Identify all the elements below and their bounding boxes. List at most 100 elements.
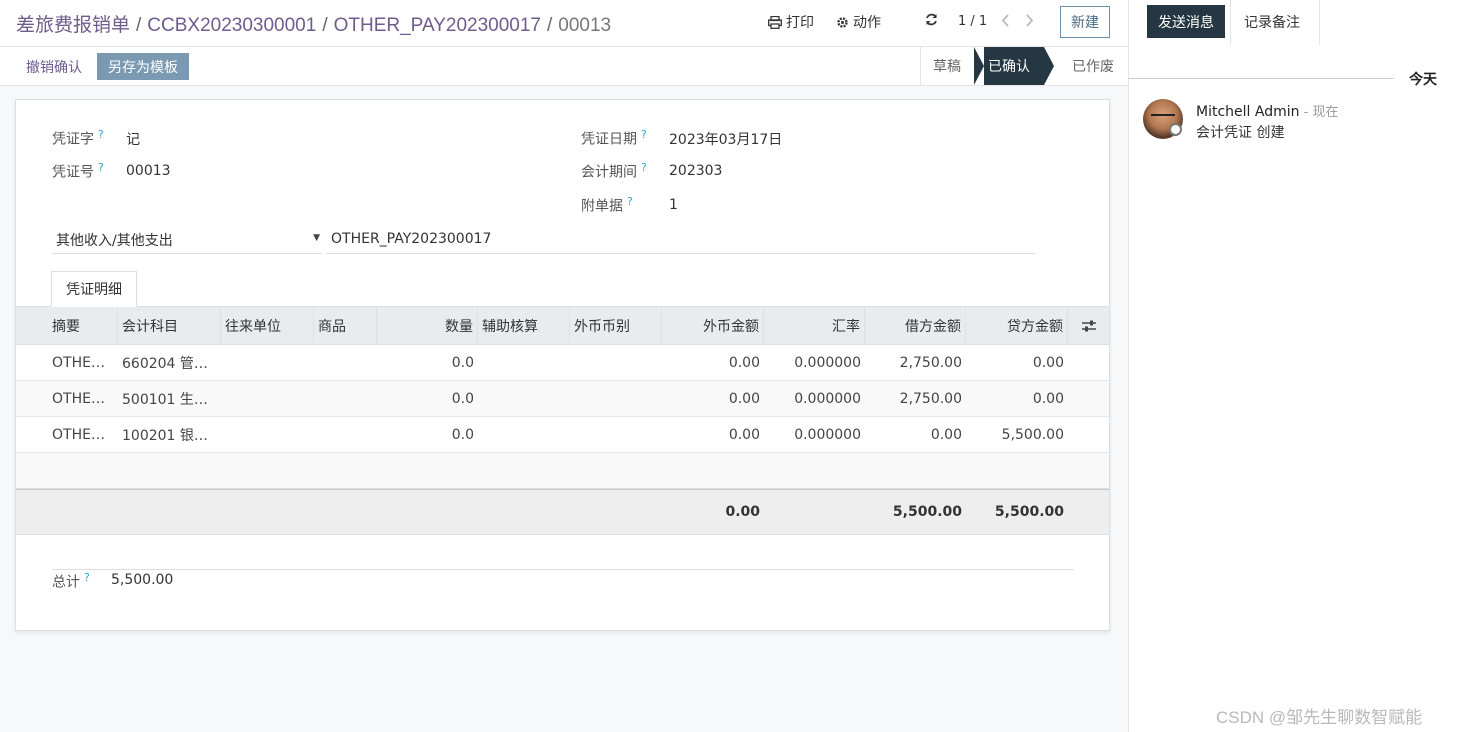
print-label: 打印 (786, 15, 814, 31)
cell-product (314, 381, 377, 416)
add-line-row[interactable] (16, 453, 1109, 489)
help-icon[interactable]: ? (641, 161, 647, 174)
chevron-right-icon (1026, 14, 1034, 27)
table-header: 摘要 会计科目 往来单位 商品 数量 辅助核算 外币币别 外币金额 汇率 借方金… (16, 307, 1109, 345)
save-as-template-button[interactable]: 另存为模板 (97, 53, 189, 80)
col-rate[interactable]: 汇率 (764, 307, 865, 344)
message-body: 会计凭证 创建 (1196, 125, 1285, 141)
help-icon[interactable]: ? (641, 128, 647, 141)
reference-field[interactable]: OTHER_PAY202300017 (327, 225, 1035, 254)
col-credit[interactable]: 贷方金额 (966, 307, 1068, 344)
cell-quantity: 0.0 (451, 426, 474, 443)
voucher-date-value[interactable]: 2023年03月17日 (669, 129, 782, 149)
cell-account: 100201 银… (122, 427, 208, 444)
cell-partner (221, 345, 314, 380)
table-row[interactable]: OTHE… 500101 生… 0.0 0.00 0.000000 2,750.… (16, 381, 1109, 417)
cell-debit: 0.00 (930, 426, 962, 443)
pager-value[interactable]: 1 / 1 (958, 14, 987, 29)
message-author: Mitchell Admin - 现在 (1196, 101, 1338, 120)
print-button[interactable]: 打印 (768, 12, 814, 32)
pager-next-button[interactable] (1025, 14, 1034, 27)
cell-summary: OTHE… (52, 354, 105, 371)
status-bar: 草稿 已确认 已作废 (920, 47, 1130, 85)
voucher-no-label: 凭证号? (52, 161, 104, 181)
attachments-value[interactable]: 1 (669, 197, 678, 213)
cell-credit: 0.00 (1032, 390, 1064, 407)
pager-previous-button[interactable] (1001, 14, 1010, 27)
message-time: - 现在 (1299, 105, 1339, 120)
presence-status-icon (1169, 123, 1182, 136)
col-quantity[interactable]: 数量 (377, 307, 478, 344)
cell-rate: 0.000000 (794, 426, 861, 443)
cell-quantity: 0.0 (451, 354, 474, 371)
sliders-icon (1081, 320, 1096, 331)
cell-partner (221, 417, 314, 452)
control-panel-top: 差旅费报销单 / CCBX20230300001/OTHER_PAY20230001… (0, 0, 1128, 47)
attachments-label: 附单据? (581, 195, 633, 215)
log-note-button[interactable]: 记录备注 (1233, 5, 1311, 38)
breadcrumb-item-other-pay[interactable]: OTHER_PAY202300017 (334, 15, 541, 36)
breadcrumb-item-expense-report[interactable]: 差旅费报销单 (16, 15, 130, 36)
cell-account: 660204 管… (122, 355, 208, 372)
send-message-button[interactable]: 发送消息 (1147, 5, 1225, 38)
breadcrumb-item-ccbx[interactable]: CCBX20230300001 (147, 15, 316, 36)
col-debit[interactable]: 借方金额 (865, 307, 966, 344)
help-icon[interactable]: ? (98, 161, 104, 174)
cell-credit: 5,500.00 (1001, 426, 1064, 443)
col-foreign-amount[interactable]: 外币金额 (662, 307, 764, 344)
type-select[interactable]: 其他收入/其他支出 ▼ (52, 225, 322, 254)
cell-product (314, 417, 377, 452)
cell-rate: 0.000000 (794, 390, 861, 407)
status-draft[interactable]: 草稿 (921, 47, 973, 85)
status-cancelled[interactable]: 已作废 (1044, 47, 1130, 85)
cell-debit: 2,750.00 (899, 354, 962, 371)
total-divider (52, 569, 1074, 570)
col-partner[interactable]: 往来单位 (221, 307, 314, 344)
col-summary[interactable]: 摘要 (16, 307, 118, 344)
undo-confirm-button[interactable]: 撤销确认 (18, 53, 90, 80)
form-view: 差旅费报销单 / CCBX20230300001/OTHER_PAY20230001… (0, 0, 1128, 732)
total-label: 总计? (52, 571, 90, 591)
period-value[interactable]: 202303 (669, 163, 722, 179)
refresh-button[interactable] (925, 13, 938, 26)
col-account[interactable]: 会计科目 (118, 307, 221, 344)
credit-total: 5,500.00 (994, 504, 1064, 520)
debit-total: 5,500.00 (892, 504, 962, 520)
voucher-no-value[interactable]: 00013 (126, 163, 171, 179)
cell-rate: 0.000000 (794, 354, 861, 371)
voucher-date-label: 凭证日期? (581, 128, 647, 148)
table-row[interactable]: OTHE… 100201 银… 0.0 0.00 0.000000 0.00 5… (16, 417, 1109, 453)
cell-account: 500101 生… (122, 391, 208, 408)
col-currency[interactable]: 外币币别 (570, 307, 662, 344)
form-sheet: 凭证字? 记 凭证号? 00013 凭证日期? 2023年03月17日 会计期间… (15, 99, 1110, 631)
watermark: CSDN @邹先生聊数智赋能 (1216, 708, 1423, 727)
col-auxiliary[interactable]: 辅助核算 (478, 307, 570, 344)
status-confirmed[interactable]: 已确认 (974, 47, 1054, 85)
type-select-value: 其他收入/其他支出 (56, 233, 173, 249)
chevron-left-icon (1001, 14, 1009, 27)
cell-currency (570, 345, 662, 380)
optional-columns-toggle[interactable] (1068, 307, 1109, 344)
voucher-word-value[interactable]: 记 (126, 129, 140, 149)
help-icon[interactable]: ? (627, 195, 633, 208)
col-product[interactable]: 商品 (314, 307, 377, 344)
author-name[interactable]: Mitchell Admin (1196, 104, 1300, 120)
caret-down-icon: ▼ (313, 233, 320, 243)
action-label: 动作 (853, 15, 881, 31)
period-label: 会计期间? (581, 161, 647, 181)
action-button[interactable]: 动作 (836, 12, 881, 32)
cell-auxiliary (478, 345, 570, 380)
control-panel-bottom: 撤销确认 另存为模板 草稿 已确认 已作废 (0, 47, 1128, 86)
table-row[interactable]: OTHE… 660204 管… 0.0 0.00 0.000000 2,750.… (16, 345, 1109, 381)
help-icon[interactable]: ? (84, 571, 90, 584)
tab-voucher-lines[interactable]: 凭证明细 (51, 271, 137, 307)
foreign-amount-total: 0.00 (725, 504, 760, 520)
help-icon[interactable]: ? (98, 128, 104, 141)
printer-icon (768, 15, 782, 29)
cell-debit: 2,750.00 (899, 390, 962, 407)
total-value: 5,500.00 (111, 572, 174, 588)
cell-currency (570, 417, 662, 452)
refresh-icon (926, 13, 937, 26)
new-button[interactable]: 新建 (1060, 6, 1110, 38)
breadcrumb-current: 00013 (558, 15, 612, 36)
